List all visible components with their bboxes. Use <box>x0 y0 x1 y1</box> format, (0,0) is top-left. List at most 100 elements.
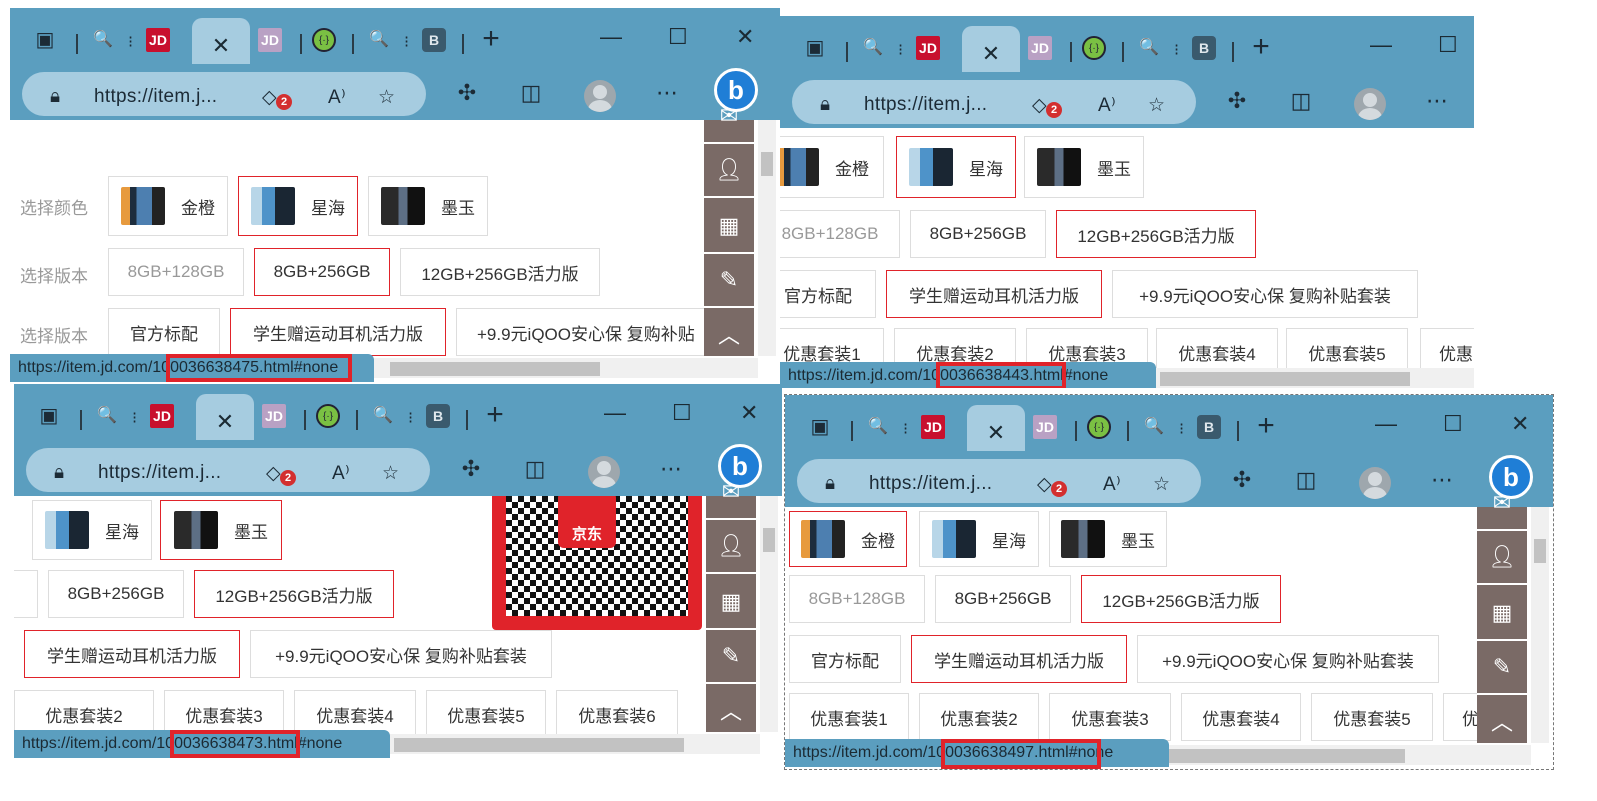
jd-tab-icon-2[interactable]: JD <box>1033 415 1057 439</box>
jd-tab-icon[interactable]: JD <box>916 36 940 60</box>
close-window-icon[interactable]: ✕ <box>740 400 758 426</box>
tab-actions-icon[interactable]: ▣ <box>802 34 828 60</box>
bundle-option[interactable]: +9.9元iQOO安心保 复购补贴 <box>456 308 716 356</box>
favorite-add-icon[interactable]: ☆ <box>1148 94 1165 117</box>
qrcode-icon[interactable]: ▦ <box>1477 587 1527 641</box>
jd-tab-icon-2[interactable]: JD <box>262 404 286 428</box>
new-tab-icon[interactable]: + <box>1248 30 1274 63</box>
address-text[interactable]: https://item.j... <box>864 94 987 116</box>
scroll-thumb[interactable] <box>1165 749 1405 763</box>
new-tab-icon[interactable]: + <box>478 22 504 55</box>
feedback-icon[interactable]: ✎ <box>1477 641 1527 695</box>
version-option[interactable]: 8GB+256GB <box>935 575 1071 623</box>
address-bar[interactable]: 🔒︎ https://item.j... ◇ 2 A⁾ ☆ <box>26 448 430 492</box>
address-bar[interactable]: 🔒︎ https://item.j... ◇ 2 A⁾ ☆ <box>792 80 1196 124</box>
maximize-icon[interactable]: ☐ <box>1443 411 1463 437</box>
more-menu-icon[interactable]: ⋯ <box>650 76 684 110</box>
back-to-top-icon[interactable]: ︿ <box>1477 695 1527 749</box>
minimize-icon[interactable]: — <box>1375 411 1397 437</box>
extension-tab-icon[interactable]: {·} <box>312 28 336 52</box>
scroll-thumb[interactable] <box>1534 539 1546 563</box>
profile-avatar[interactable] <box>1359 467 1391 499</box>
bundle-option[interactable]: 学生赠运动耳机活力版 <box>230 308 446 356</box>
close-window-icon[interactable]: ✕ <box>1511 411 1529 437</box>
read-aloud-icon[interactable]: A⁾ <box>1098 94 1116 117</box>
maximize-icon[interactable]: ☐ <box>668 24 688 50</box>
address-text[interactable]: https://item.j... <box>98 462 221 484</box>
vertical-scrollbar[interactable] <box>760 496 778 732</box>
jd-tab-icon[interactable]: JD <box>921 415 945 439</box>
bundle-option[interactable]: +9.9元iQOO安心保 复购补贴套装 <box>1137 635 1439 683</box>
jd-tab-icon[interactable]: JD <box>150 404 174 428</box>
package-option[interactable]: 优惠套装3 <box>1049 693 1171 741</box>
package-option[interactable]: 优惠套装4 <box>1181 693 1301 741</box>
version-option[interactable]: 8GB+256GB <box>254 248 390 296</box>
search-tab-icon-2[interactable]: 🔍 <box>366 26 392 52</box>
tracking-prevention-icon[interactable]: ◇ <box>262 86 277 109</box>
profile-avatar[interactable] <box>584 80 616 112</box>
color-option-starsea[interactable]: 星海 <box>238 176 358 236</box>
search-tab-icon-2[interactable]: 🔍 <box>1136 34 1162 60</box>
lock-icon[interactable]: 🔒︎ <box>50 86 60 108</box>
read-aloud-icon[interactable]: A⁾ <box>332 462 350 485</box>
vertical-scrollbar[interactable] <box>758 120 776 356</box>
extension-tab-icon[interactable]: {·} <box>1082 36 1106 60</box>
version-option[interactable]: 12GB+256GB活力版 <box>1081 575 1281 623</box>
close-window-icon[interactable]: ✕ <box>736 24 754 50</box>
profile-avatar[interactable] <box>588 456 620 488</box>
read-aloud-icon[interactable]: A⁾ <box>1103 473 1121 496</box>
back-to-top-icon[interactable]: ︿ <box>706 684 756 738</box>
color-option-starsea[interactable]: 星海 <box>32 500 152 560</box>
version-option[interactable]: 8GB+128GB <box>789 575 925 623</box>
extension-tab-icon[interactable]: {·} <box>1087 415 1111 439</box>
bundle-option[interactable]: +9.9元iQOO安心保 复购补贴套装 <box>250 630 552 678</box>
extensions-icon[interactable]: ✣ <box>454 452 488 486</box>
color-option-starsea[interactable]: 星海 <box>919 511 1039 567</box>
jd-tab-icon-2[interactable]: JD <box>1028 36 1052 60</box>
version-option[interactable]: 12GB+256GB活力版 <box>194 570 394 618</box>
feedback-icon[interactable]: ✎ <box>706 630 756 684</box>
tab-actions-icon[interactable]: ▣ <box>36 402 62 428</box>
close-tab-icon[interactable]: ✕ <box>212 33 230 59</box>
search-tab-icon-2[interactable]: 🔍 <box>1141 413 1167 439</box>
b-tab-icon[interactable]: B <box>1192 36 1216 60</box>
split-screen-icon[interactable]: ◫ <box>1289 463 1323 497</box>
bundle-option[interactable]: 学生赠运动耳机活力版 <box>886 270 1102 318</box>
color-option-black[interactable]: 墨玉 <box>160 500 282 560</box>
color-option-starsea[interactable]: 星海 <box>896 136 1016 198</box>
favorite-add-icon[interactable]: ☆ <box>378 86 395 109</box>
address-bar[interactable]: 🔒︎ https://item.j... ◇ 2 A⁾ ☆ <box>22 72 426 116</box>
chat-icon[interactable]: ✉ <box>1477 477 1527 531</box>
bundle-option[interactable]: 官方标配 <box>780 270 876 318</box>
b-tab-icon[interactable]: B <box>1197 415 1221 439</box>
close-tab-icon[interactable]: ✕ <box>987 420 1005 446</box>
lock-icon[interactable]: 🔒︎ <box>820 94 830 116</box>
maximize-icon[interactable]: ☐ <box>672 400 692 426</box>
search-tab-icon[interactable]: 🔍 <box>860 34 886 60</box>
qrcode-icon[interactable]: ▦ <box>704 200 754 254</box>
split-screen-icon[interactable]: ◫ <box>1284 84 1318 118</box>
package-option[interactable]: 优惠套装5 <box>1311 693 1433 741</box>
qrcode-icon[interactable]: ▦ <box>706 576 756 630</box>
jd-tab-icon-2[interactable]: JD <box>258 28 282 52</box>
tracking-prevention-icon[interactable]: ◇ <box>266 462 281 485</box>
user-service-icon[interactable]: 👤︎ <box>1477 531 1527 585</box>
new-tab-icon[interactable]: + <box>482 398 508 431</box>
close-tab-icon[interactable]: ✕ <box>982 41 1000 67</box>
version-option[interactable]: 8GB+128GB <box>108 248 244 296</box>
tab-actions-icon[interactable]: ▣ <box>807 413 833 439</box>
lock-icon[interactable]: 🔒︎ <box>54 462 64 484</box>
scroll-thumb[interactable] <box>761 152 773 176</box>
scroll-thumb[interactable] <box>394 738 684 752</box>
extensions-icon[interactable]: ✣ <box>1220 84 1254 118</box>
favorite-add-icon[interactable]: ☆ <box>382 462 399 485</box>
chat-icon[interactable]: ✉ <box>704 90 754 144</box>
minimize-icon[interactable]: — <box>604 400 626 426</box>
close-tab-icon[interactable]: ✕ <box>216 409 234 435</box>
version-option[interactable]: 12GB+256GB活力版 <box>400 248 600 296</box>
split-screen-icon[interactable]: ◫ <box>514 76 548 110</box>
vertical-scrollbar[interactable] <box>1531 507 1549 743</box>
b-tab-icon[interactable]: B <box>426 404 450 428</box>
user-service-icon[interactable]: 👤︎ <box>706 520 756 574</box>
address-text[interactable]: https://item.j... <box>869 473 992 495</box>
